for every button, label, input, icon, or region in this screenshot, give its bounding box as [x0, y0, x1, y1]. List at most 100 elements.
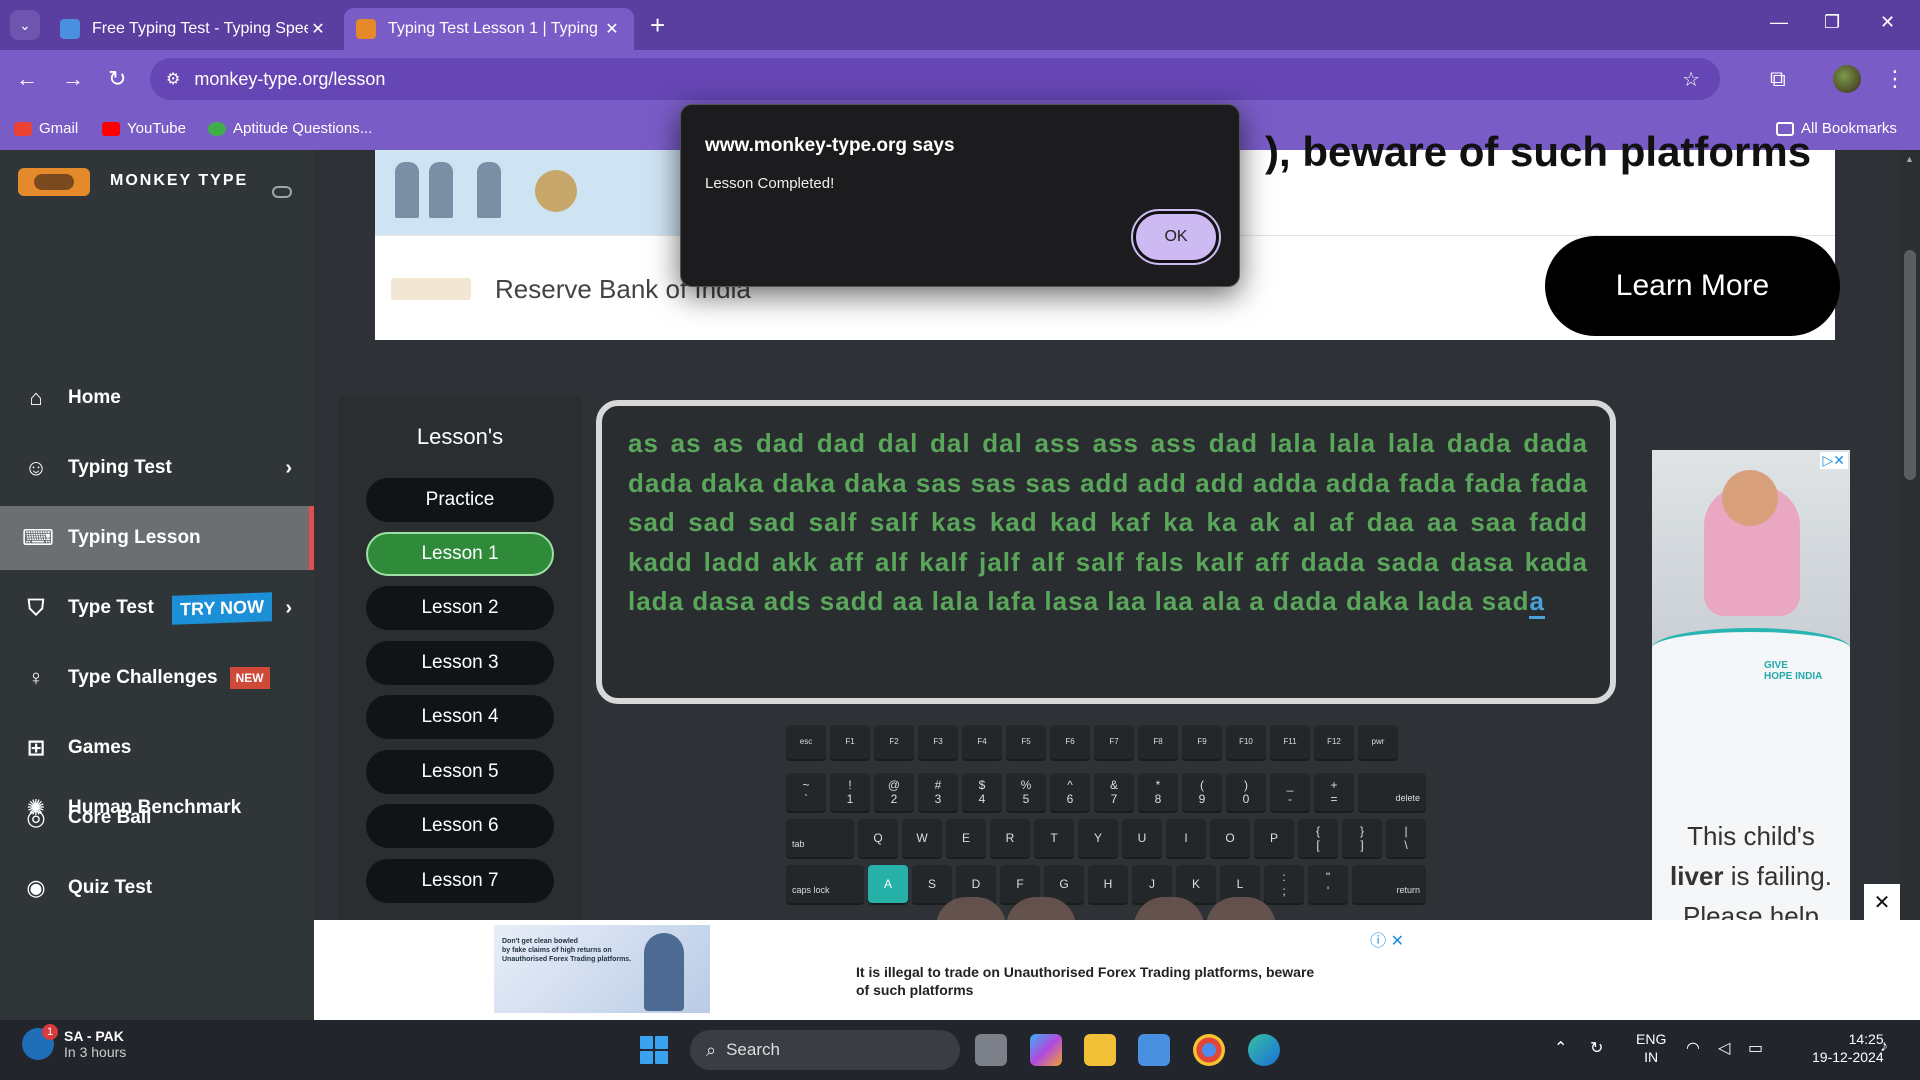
start-button[interactable]: [640, 1036, 668, 1064]
site-info-icon[interactable]: ⚙: [166, 69, 180, 89]
minimize-icon[interactable]: —: [1770, 12, 1788, 33]
extensions-icon[interactable]: ⧉: [1770, 66, 1786, 92]
key-esc: esc: [786, 725, 826, 759]
close-icon[interactable]: ✕: [308, 19, 328, 39]
lesson-3-button[interactable]: Lesson 3: [366, 641, 554, 685]
ad-child-photo: [1652, 450, 1850, 650]
file-explorer-icon[interactable]: [1084, 1034, 1116, 1066]
wifi-icon[interactable]: ◠: [1686, 1038, 1700, 1058]
sidebar-item-typing-lesson[interactable]: ⌨ Typing Lesson: [0, 506, 314, 570]
chevron-up-icon[interactable]: ⌃: [1554, 1038, 1567, 1058]
lesson-2-button[interactable]: Lesson 2: [366, 586, 554, 630]
bookmark-gmail[interactable]: Gmail: [14, 120, 78, 137]
cricket-icon: 1: [22, 1024, 58, 1060]
keyboard-q-row: tab Q W E R T Y U I O P{[}] | \: [786, 819, 1426, 859]
right-hand: [1206, 897, 1276, 920]
lesson-7-button[interactable]: Lesson 7: [366, 859, 554, 903]
ad-close-icon[interactable]: ✕: [1864, 884, 1900, 920]
bookmark-star-icon[interactable]: ☆: [1682, 67, 1700, 92]
store-icon[interactable]: [1138, 1034, 1170, 1066]
system-clock[interactable]: 14:25 19-12-2024: [1812, 1030, 1884, 1066]
key-q: Q: [858, 819, 898, 857]
key-f1: F1: [830, 725, 870, 759]
lang-code: ENG: [1636, 1031, 1667, 1047]
monkey-logo[interactable]: [18, 168, 90, 196]
key-4: $4: [962, 773, 1002, 811]
ad-text: It is illegal to trade on Unauthorised F…: [856, 964, 1315, 998]
address-bar[interactable]: ⚙ monkey-type.org/lesson ☆: [150, 58, 1720, 100]
edge-icon[interactable]: [1248, 1034, 1280, 1066]
lesson-practice-button[interactable]: Practice: [366, 478, 554, 522]
chevron-right-icon: ›: [285, 596, 292, 619]
close-icon[interactable]: ✕: [602, 19, 622, 39]
sidebar-item-quiz-test[interactable]: ◉ Quiz Test: [0, 856, 314, 920]
bookmark-aptitude[interactable]: Aptitude Questions...: [208, 120, 372, 137]
scrollbar-thumb[interactable]: [1904, 250, 1916, 480]
learn-more-button[interactable]: Learn More: [1545, 236, 1840, 336]
widget-title: SA - PAK: [64, 1028, 124, 1044]
taskbar-search[interactable]: ⌕ Search: [690, 1030, 960, 1070]
window-close-icon[interactable]: ✕: [1880, 12, 1895, 33]
avatar[interactable]: [1833, 65, 1861, 93]
forward-icon[interactable]: →: [62, 66, 84, 92]
key-a: A: [868, 865, 908, 903]
new-tab-button[interactable]: +: [650, 10, 665, 41]
sidebar-item-typing-test[interactable]: ☺ Typing Test ›: [0, 436, 314, 500]
sidebar-item-home[interactable]: ⌂ Home: [0, 366, 314, 430]
lesson-4-button[interactable]: Lesson 4: [366, 695, 554, 739]
menu-kebab-icon[interactable]: ⋮: [1884, 66, 1906, 92]
shield-icon: ⛉: [27, 595, 45, 620]
ad-thumbnail: Don't get clean bowled by fake claims of …: [494, 925, 710, 1013]
sidebar-item-human-benchmark[interactable]: ✺ Human Benchmark: [0, 776, 314, 840]
notification-bell-icon[interactable]: ♪: [1880, 1038, 1888, 1056]
back-icon[interactable]: ←: [16, 66, 38, 92]
ad-choices-icon[interactable]: ▷✕: [1819, 452, 1848, 469]
dialog-message: Lesson Completed!: [705, 175, 835, 192]
keyboard-icon: ⌨: [22, 525, 54, 550]
key-p: P: [1254, 819, 1294, 857]
copilot-icon[interactable]: [1030, 1034, 1062, 1066]
weather-widget[interactable]: 1 SA - PAK In 3 hours: [22, 1024, 126, 1060]
tab-typing-lesson[interactable]: Typing Test Lesson 1 | Typing Te ✕: [344, 8, 634, 50]
scroll-up-icon[interactable]: ▲: [1905, 154, 1914, 164]
right-ad-banner[interactable]: GIVE HOPE INDIA This child's liver is fai…: [1652, 450, 1850, 920]
lesson-6-button[interactable]: Lesson 6: [366, 804, 554, 848]
virtual-keyboard: esc F1 F2 F3 F4 F5 F6 F7 F8 F9 F10 F11 F12 pwr ~ `! 1 @2…: [786, 725, 1426, 920]
page-scrollbar[interactable]: ▲: [1900, 150, 1920, 920]
bookmark-youtube[interactable]: YouTube: [102, 120, 186, 137]
bottom-ad-banner[interactable]: Don't get clean bowled by fake claims of …: [494, 925, 1404, 1015]
key-]: }]: [1342, 819, 1382, 857]
key-f11: F11: [1270, 725, 1310, 759]
lesson-5-button[interactable]: Lesson 5: [366, 750, 554, 794]
sidebar-item-type-test[interactable]: ⛉ Type Test TRY NOW ›: [0, 576, 314, 640]
sync-icon[interactable]: ↻: [1590, 1038, 1603, 1058]
language-indicator[interactable]: ENG IN: [1636, 1030, 1666, 1066]
typing-area[interactable]: as as as dad dad dal dal dal ass ass ass…: [596, 400, 1616, 704]
key-o: O: [1210, 819, 1250, 857]
key-f3: F3: [918, 725, 958, 759]
brand-name: MONKEY TYPE: [110, 172, 249, 189]
task-view-icon[interactable]: [975, 1034, 1007, 1066]
url-text: monkey-type.org/lesson: [194, 68, 386, 89]
chrome-icon[interactable]: [1193, 1034, 1225, 1066]
key-f10: F10: [1226, 725, 1266, 759]
ok-button[interactable]: OK: [1131, 209, 1221, 265]
left-hand: [936, 897, 1006, 920]
key-=: + =: [1314, 773, 1354, 811]
theme-toggle[interactable]: [272, 186, 292, 198]
sidebar-item-type-challenges[interactable]: ♀ Type Challenges NEW: [0, 646, 314, 710]
key-1: ! 1: [830, 773, 870, 811]
restore-icon[interactable]: ❐: [1824, 12, 1840, 33]
tab-typing-test[interactable]: Free Typing Test - Typing Speed ✕: [48, 8, 340, 50]
key-t: T: [1034, 819, 1074, 857]
battery-icon[interactable]: ▭: [1748, 1038, 1763, 1058]
reload-icon[interactable]: ↻: [108, 66, 126, 92]
mascot-figure: [429, 162, 453, 218]
ad-info-close-icon[interactable]: ⓘ ✕: [1370, 927, 1404, 951]
sidebar-item-games[interactable]: ⊞ Games: [0, 716, 314, 780]
tab-title: Typing Test Lesson 1 | Typing Te: [388, 20, 602, 37]
volume-icon[interactable]: ◁: [1718, 1038, 1730, 1058]
bookmark-label: Gmail: [39, 120, 79, 137]
lesson-1-button[interactable]: Lesson 1: [366, 532, 554, 576]
tab-search-button[interactable]: ⌄: [10, 10, 40, 40]
